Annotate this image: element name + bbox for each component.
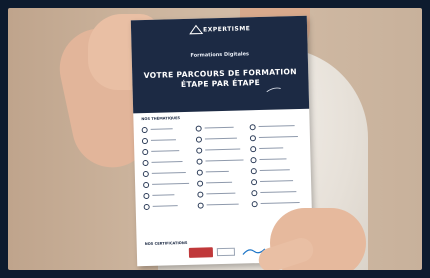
certification-logo-2 — [216, 247, 236, 257]
photo: EXPERTISME Formations Digitales VOTRE PA… — [8, 8, 422, 270]
theme-item — [251, 197, 306, 209]
theme-label-placeholder — [206, 203, 239, 206]
theme-label-placeholder — [150, 138, 176, 142]
theme-bullet-icon — [197, 191, 204, 198]
theme-label-placeholder — [259, 168, 290, 172]
theme-bullet-icon — [195, 136, 203, 143]
theme-bullet-icon — [250, 156, 257, 163]
theme-bullet-icon — [196, 158, 203, 165]
theme-label-placeholder — [260, 179, 294, 183]
theme-bullet-icon — [250, 167, 257, 174]
brochure-kicker: Formations Digitales — [190, 51, 250, 59]
theme-label-placeholder — [205, 159, 244, 162]
theme-bullet-icon — [142, 170, 149, 177]
theme-label-placeholder — [206, 181, 233, 184]
theme-label-placeholder — [152, 182, 190, 186]
theme-bullet-icon — [143, 181, 150, 188]
theme-label-placeholder — [205, 148, 241, 151]
themes-grid — [141, 120, 306, 212]
theme-bullet-icon — [195, 125, 202, 132]
theme-label-placeholder — [258, 124, 295, 128]
brand-name: EXPERTISME — [202, 25, 251, 34]
theme-item — [143, 200, 198, 212]
theme-label-placeholder — [260, 190, 297, 194]
theme-label-placeholder — [259, 147, 284, 150]
theme-label-placeholder — [204, 126, 234, 129]
theme-bullet-icon — [249, 123, 256, 130]
theme-bullet-icon — [250, 178, 258, 185]
theme-label-placeholder — [152, 193, 175, 197]
theme-bullet-icon — [197, 180, 204, 187]
theme-bullet-icon — [251, 200, 258, 207]
theme-bullet-icon — [142, 148, 149, 155]
theme-bullet-icon — [196, 169, 203, 176]
theme-label-placeholder — [259, 158, 287, 161]
image-frame: EXPERTISME Formations Digitales VOTRE PA… — [0, 0, 430, 278]
theme-label-placeholder — [206, 192, 236, 195]
certification-logo-1 — [188, 247, 214, 258]
theme-bullet-icon — [141, 126, 148, 133]
brochure-header: EXPERTISME Formations Digitales VOTRE PA… — [130, 15, 310, 114]
theme-bullet-icon — [251, 189, 258, 196]
swoosh-icon — [266, 87, 281, 93]
theme-bullet-icon — [143, 203, 150, 210]
theme-bullet-icon — [141, 137, 149, 144]
theme-bullet-icon — [196, 147, 203, 154]
theme-label-placeholder — [151, 149, 180, 153]
theme-label-placeholder — [151, 171, 186, 175]
theme-label-placeholder — [150, 127, 173, 131]
theme-label-placeholder — [205, 170, 229, 173]
section-themes-title: NOS THÉMATIQUES — [141, 116, 181, 122]
section-certifications-title: NOS CERTIFICATIONS — [144, 240, 188, 247]
theme-label-placeholder — [152, 204, 178, 208]
theme-label-placeholder — [151, 160, 183, 164]
theme-bullet-icon — [143, 192, 150, 199]
theme-bullet-icon — [142, 159, 149, 166]
theme-bullet-icon — [197, 202, 204, 209]
theme-bullet-icon — [249, 134, 257, 141]
brand-logo-icon — [189, 24, 204, 35]
theme-label-placeholder — [260, 201, 300, 205]
theme-label-placeholder — [204, 137, 237, 140]
theme-item — [197, 198, 252, 210]
theme-label-placeholder — [258, 135, 298, 139]
theme-bullet-icon — [250, 145, 257, 152]
